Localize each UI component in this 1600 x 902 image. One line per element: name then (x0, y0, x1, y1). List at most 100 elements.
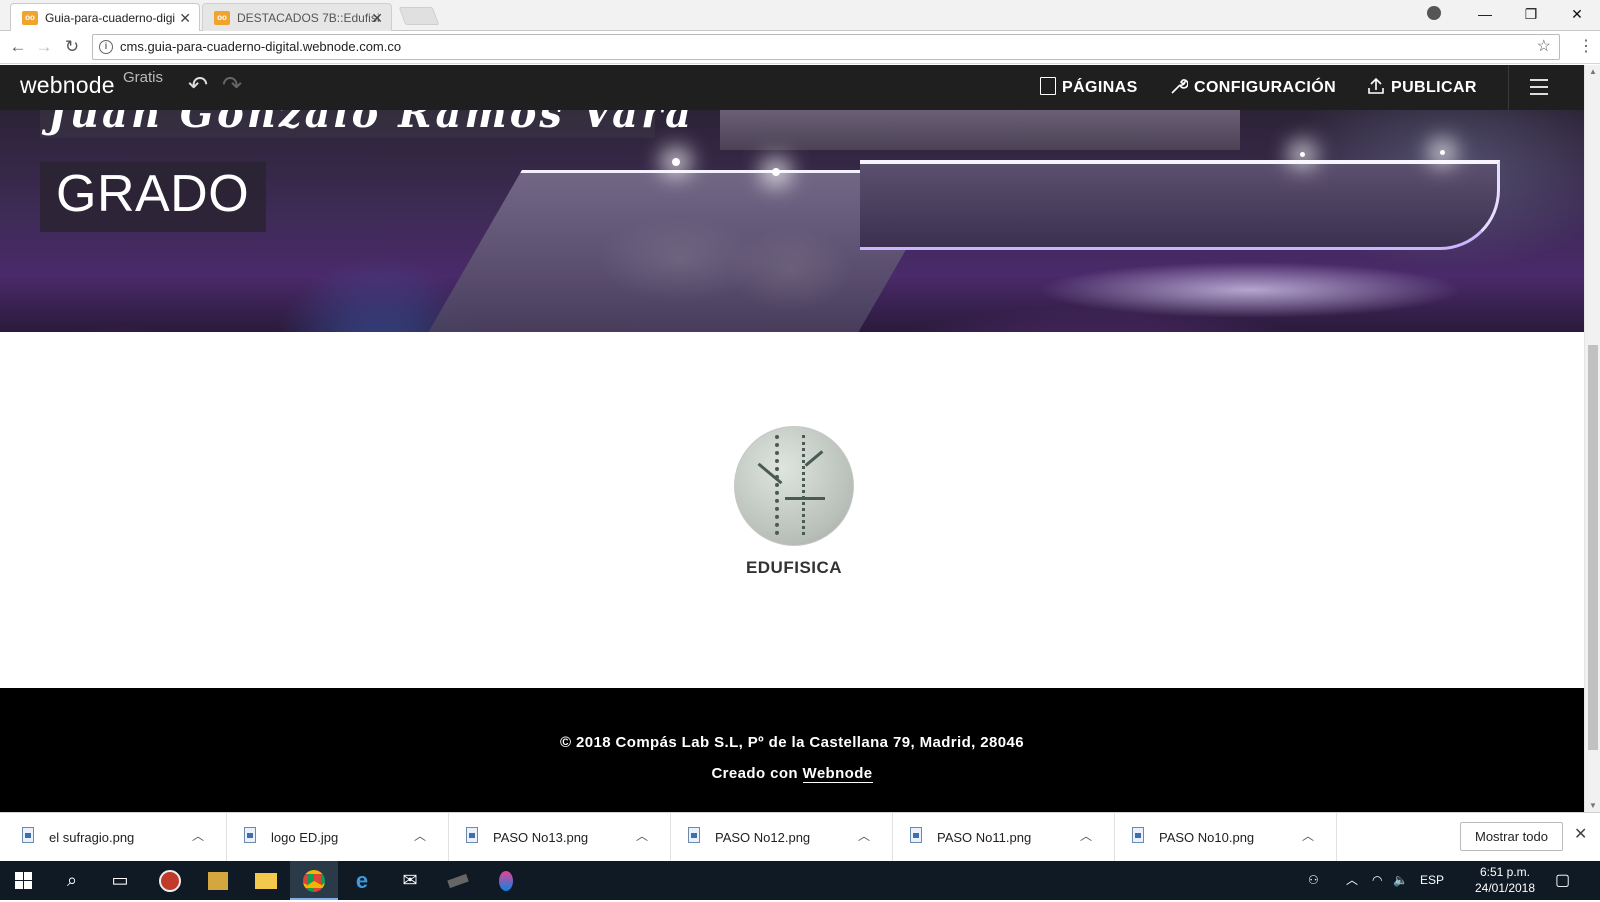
chevron-up-icon[interactable]: ︿ (1080, 813, 1092, 860)
system-clock[interactable]: 6:51 p.m. 24/01/2018 (1470, 864, 1540, 896)
minimize-button[interactable]: — (1462, 0, 1508, 28)
show-all-downloads-button[interactable]: Mostrar todo (1460, 822, 1563, 851)
people-icon[interactable]: ⚇ (1308, 861, 1319, 900)
webnode-editor-bar: webnode Gratis ↶ ↷ PÁGINAS CONFIGURACIÓN… (0, 65, 1584, 110)
site-footer: © 2018 Compás Lab S.L, Pº de la Castella… (0, 688, 1584, 812)
image-file-icon (22, 827, 34, 843)
action-center-icon[interactable]: ▢ (1555, 861, 1570, 900)
download-filename: logo ED.jpg (271, 830, 339, 845)
chevron-up-icon[interactable]: ︿ (414, 813, 426, 860)
menu-configuracion-button[interactable]: CONFIGURACIÓN (1170, 65, 1336, 110)
task-view-icon[interactable]: ▭ (96, 861, 144, 900)
tab-close-icon[interactable]: ✕ (179, 4, 191, 31)
language-indicator[interactable]: ESP (1420, 861, 1444, 900)
address-bar[interactable]: i cms.guia-para-cuaderno-digital.webnode… (92, 34, 1560, 60)
card-title[interactable]: EDUFISICA (694, 558, 894, 578)
tab-close-icon[interactable]: ✕ (371, 4, 383, 31)
lamp-light (1440, 150, 1445, 155)
main-content: EDUFISICA (0, 332, 1584, 687)
site-brand-title[interactable]: Juan Gonzalo Ramos Vara (48, 110, 694, 137)
app-red-icon[interactable] (146, 861, 194, 900)
tray-chevron-up-icon[interactable]: ︿ (1346, 861, 1358, 900)
windows-taskbar: ⌕ ▭ e ✉ ⚇ ︿ ◠ 🔈 ESP 6:51 p.m. 24/01/2018… (0, 861, 1600, 900)
browser-toolbar: ← → ↻ i cms.guia-para-cuaderno-digital.w… (0, 31, 1600, 64)
hero-grado-text[interactable]: GRADO (56, 164, 249, 224)
skeleton-arm (804, 450, 824, 467)
webnode-favicon-icon: oo (22, 11, 38, 25)
hamburger-menu-icon[interactable] (1530, 79, 1548, 100)
file-explorer-icon[interactable] (242, 861, 290, 900)
bookmark-star-icon[interactable]: ☆ (1537, 35, 1551, 59)
image-file-icon (1132, 827, 1144, 843)
app-tablet-icon[interactable] (434, 861, 482, 900)
webnode-logo[interactable]: webnode (20, 72, 115, 99)
hero-pier (860, 160, 1500, 250)
menu-paginas-button[interactable]: PÁGINAS (1040, 65, 1138, 110)
site-info-icon[interactable]: i (99, 40, 113, 54)
volume-icon[interactable]: 🔈 (1393, 861, 1408, 900)
image-file-icon (910, 827, 922, 843)
undo-icon[interactable]: ↶ (188, 71, 208, 100)
close-download-bar-icon[interactable]: ✕ (1574, 824, 1587, 844)
app-paint-icon[interactable] (482, 861, 530, 900)
footer-created: Creado con Webnode (0, 765, 1584, 783)
search-icon[interactable]: ⌕ (48, 861, 96, 900)
image-file-icon (244, 827, 256, 843)
start-button[interactable] (0, 861, 48, 900)
pages-icon (1040, 77, 1056, 95)
chevron-up-icon[interactable]: ︿ (192, 813, 204, 860)
page-scrollbar[interactable]: ▲ ▼ (1584, 65, 1600, 812)
hero-banner[interactable]: Juan Gonzalo Ramos Vara GRADO (0, 110, 1584, 332)
webnode-favicon-icon: oo (214, 11, 230, 25)
chevron-up-icon[interactable]: ︿ (858, 813, 870, 860)
reload-icon[interactable]: ↻ (60, 35, 84, 59)
internet-explorer-icon[interactable]: e (338, 861, 386, 900)
hero-building (720, 110, 1240, 150)
wrench-icon (1170, 68, 1189, 94)
new-tab-button[interactable] (398, 7, 440, 25)
download-item[interactable]: el sufragio.png ︿ (0, 813, 227, 862)
plan-badge: Gratis (123, 69, 164, 86)
mail-icon[interactable]: ✉ (386, 861, 434, 900)
chevron-up-icon[interactable]: ︿ (636, 813, 648, 860)
image-file-icon (466, 827, 478, 843)
chevron-up-icon[interactable]: ︿ (1302, 813, 1314, 860)
clock-date: 24/01/2018 (1474, 881, 1536, 895)
skeleton-illustration (775, 435, 805, 535)
scroll-up-arrow-icon[interactable]: ▲ (1588, 67, 1598, 76)
download-filename: PASO No12.png (715, 830, 811, 845)
wifi-icon[interactable]: ◠ (1372, 861, 1382, 900)
download-item[interactable]: PASO No11.png ︿ (888, 813, 1115, 862)
close-window-button[interactable]: ✕ (1554, 0, 1600, 28)
download-filename: el sufragio.png (49, 830, 135, 845)
webnode-link[interactable]: Webnode (802, 765, 873, 783)
menu-publicar-button[interactable]: PUBLICAR (1367, 65, 1477, 110)
redo-icon[interactable]: ↷ (222, 71, 242, 100)
menu-label: CONFIGURACIÓN (1194, 79, 1337, 96)
browser-tab-inactive[interactable]: oo DESTACADOS 7B::Edufisi ✕ (202, 3, 392, 31)
footer-copyright: © 2018 Compás Lab S.L, Pº de la Castella… (559, 734, 1025, 751)
download-item[interactable]: PASO No12.png ︿ (666, 813, 893, 862)
chrome-icon[interactable] (290, 861, 338, 900)
back-arrow-icon[interactable]: ← (6, 35, 30, 59)
skeleton-bone (785, 497, 825, 500)
footer-created-prefix: Creado con (711, 765, 803, 782)
scroll-down-arrow-icon[interactable]: ▼ (1588, 801, 1598, 810)
tab-label: DESTACADOS 7B::Edufisi (237, 11, 380, 25)
restore-button[interactable]: ❐ (1508, 0, 1554, 28)
lamp-light (772, 168, 780, 176)
scrollbar-thumb[interactable] (1588, 345, 1598, 750)
account-icon[interactable] (1427, 6, 1441, 20)
download-filename: PASO No10.png (1159, 830, 1255, 845)
download-item[interactable]: logo ED.jpg ︿ (222, 813, 449, 862)
download-item[interactable]: PASO No10.png ︿ (1110, 813, 1337, 862)
browser-tab-active[interactable]: oo Guia-para-cuaderno-digi ✕ (10, 3, 200, 31)
download-bar: el sufragio.png ︿ logo ED.jpg ︿ PASO No1… (0, 812, 1600, 862)
download-item[interactable]: PASO No13.png ︿ (444, 813, 671, 862)
edufisica-image[interactable] (734, 426, 854, 546)
forward-arrow-icon[interactable]: → (32, 35, 56, 59)
url-text[interactable]: cms.guia-para-cuaderno-digital.webnode.c… (120, 35, 401, 59)
app-network-icon[interactable] (194, 861, 242, 900)
browser-menu-icon[interactable]: ⋮ (1578, 36, 1594, 56)
download-filename: PASO No13.png (493, 830, 589, 845)
